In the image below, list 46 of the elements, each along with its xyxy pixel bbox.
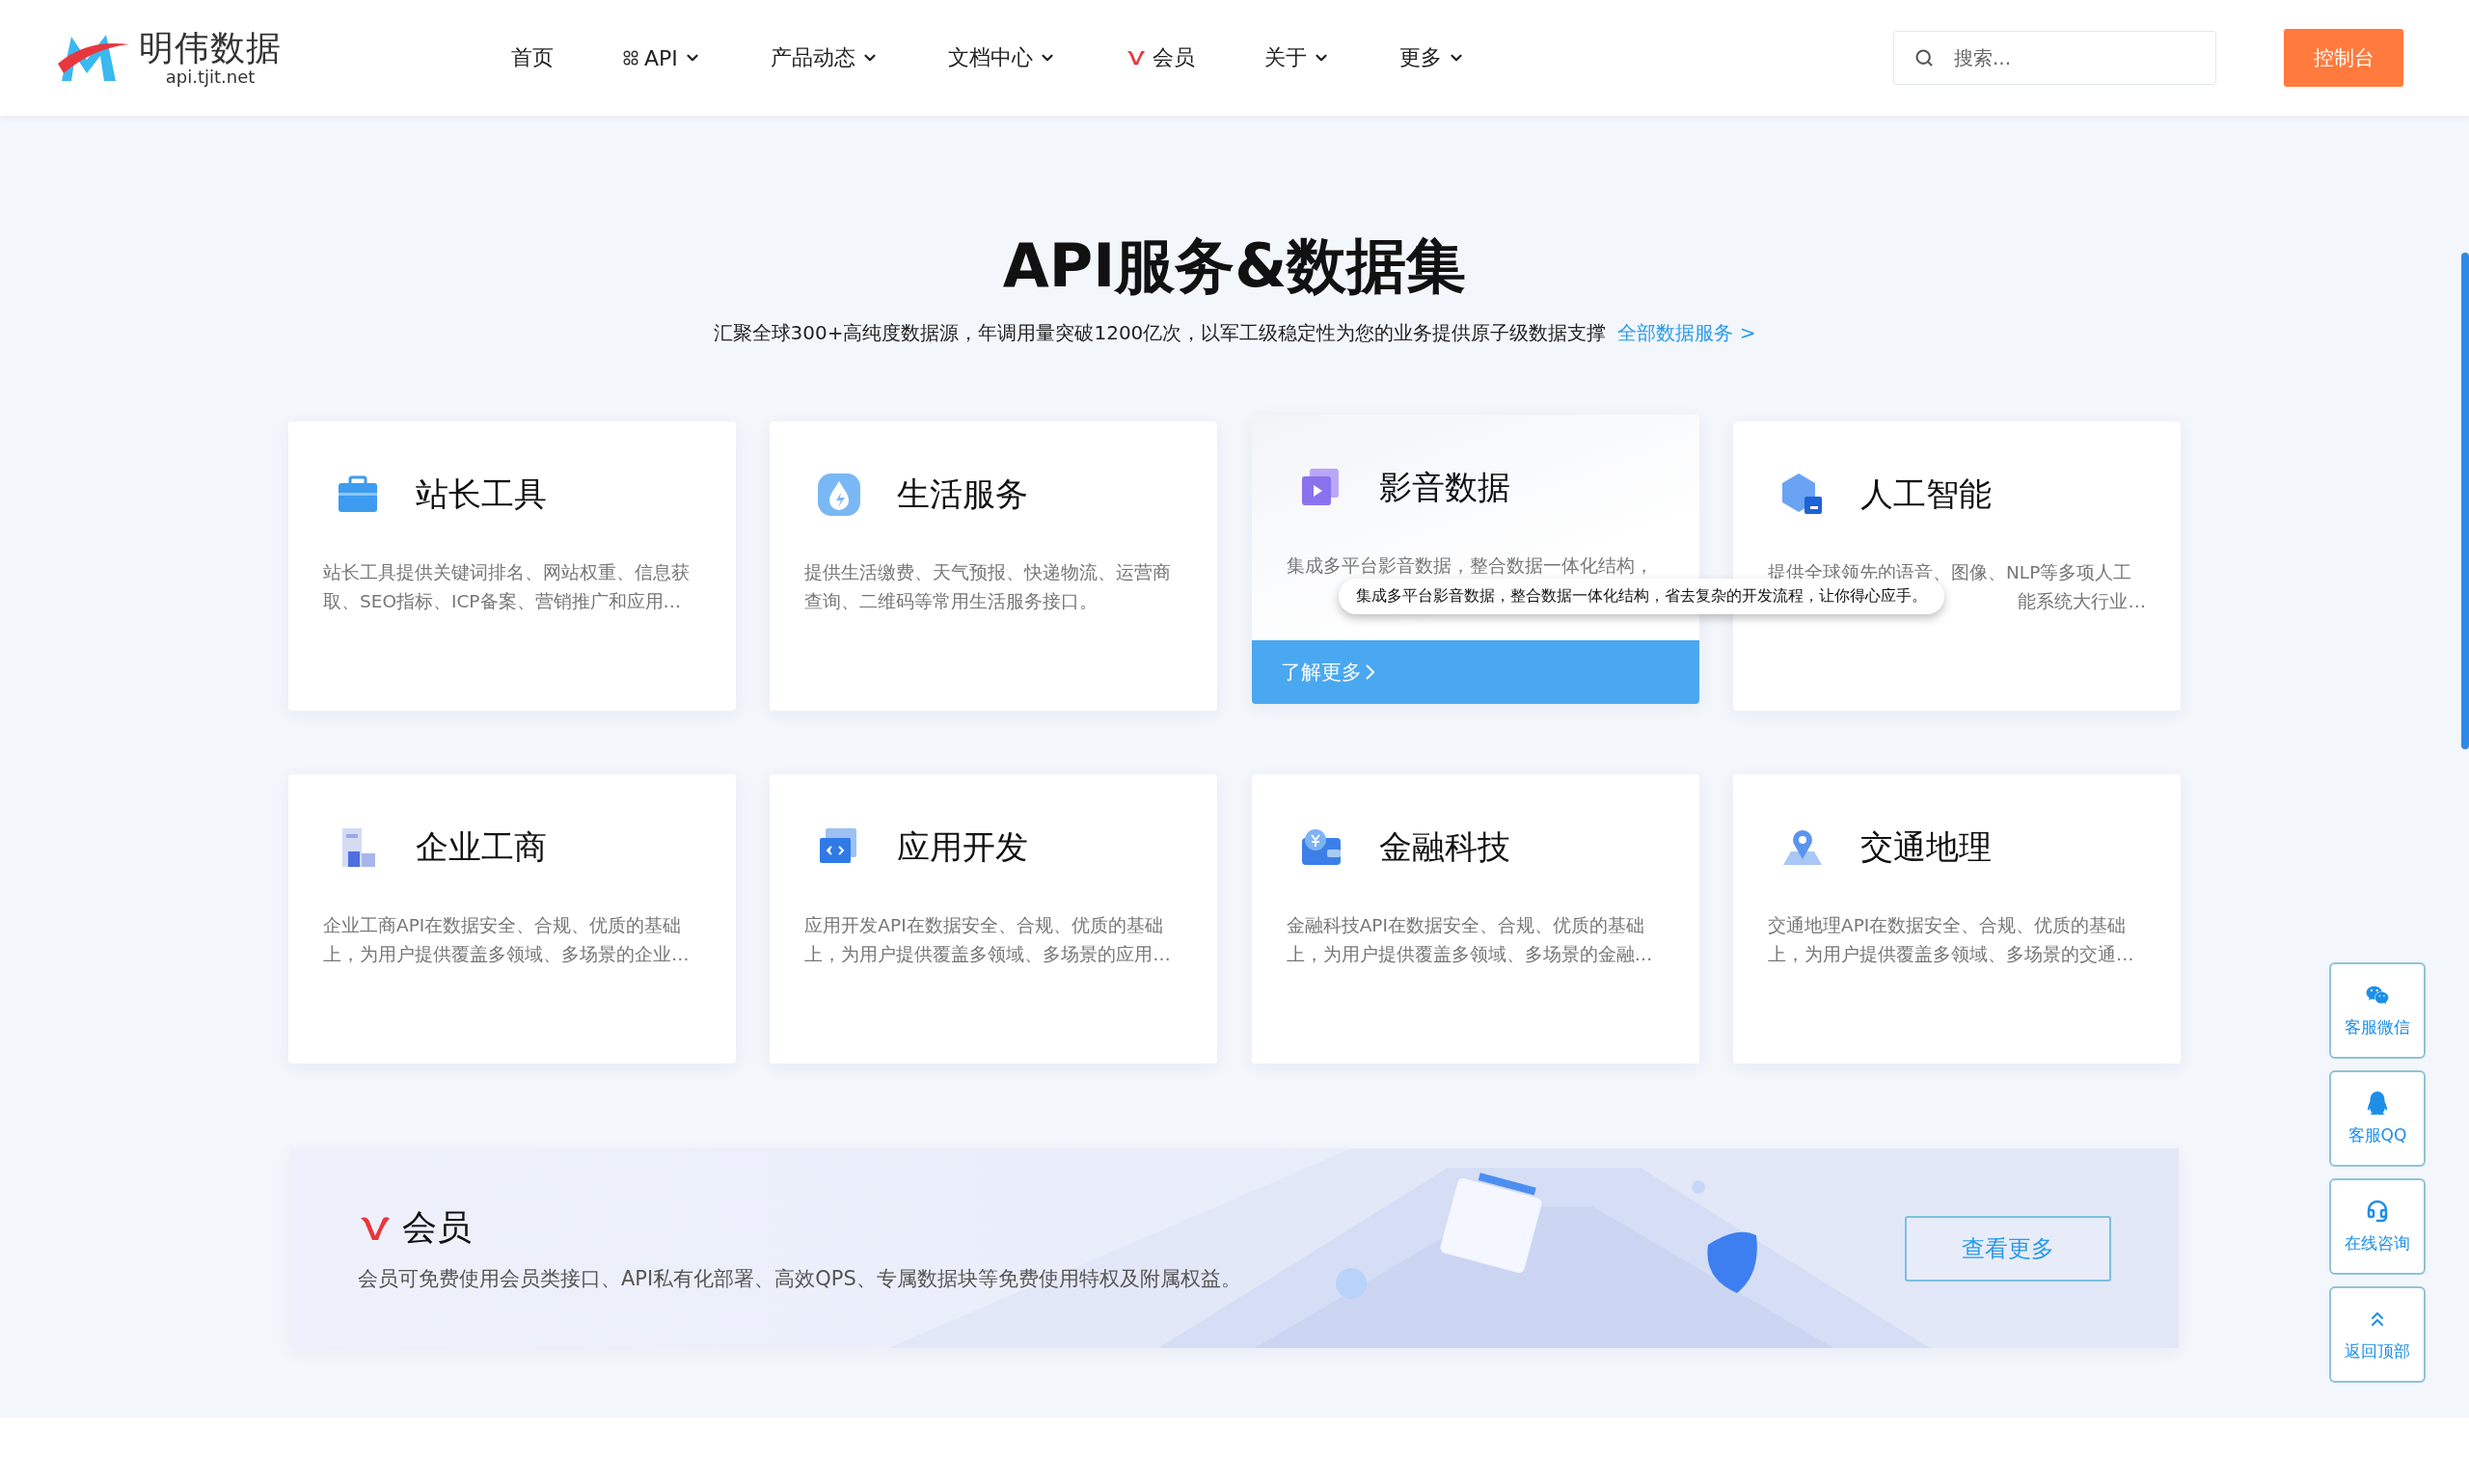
nav-link[interactable]: 文档中心 [947,43,1056,72]
nav-link[interactable]: API [623,45,701,70]
category-card[interactable]: 站长工具 站长工具提供关键词排名、网站权重、信息获取、SEO指标、ICP备案、营销推广和应用… [288,421,736,711]
member-title: 会员 [402,1206,472,1249]
section-title: API服务&数据集 [1002,229,1467,303]
member-description: 会员可免费使用会员类接口、API私有化部署、高效QPS、专属数据块等免费使用特权及附属权益。 [358,1266,1242,1292]
section-subtitle: 汇聚全球300+高纯度数据源，年调用量突破1200亿次，以军工级稳定性为您的业务提供原子级数据支撑 [713,320,1607,346]
card-title: 生活服务 [897,473,1029,515]
card-title: 人工智能 [1860,473,1992,515]
side-contact-button[interactable]: 客服微信 [2329,962,2426,1059]
side-contact-button[interactable]: 返回顶部 [2329,1286,2426,1383]
card-title: 交通地理 [1860,826,1992,868]
card-title: 金融科技 [1378,826,1510,868]
category-card[interactable]: 交通地理 交通地理API在数据安全、合规、优质的基础上，为用户提供覆盖多领域、多场景的交通… [1733,774,2181,1064]
scrollbar-thumb[interactable] [2461,253,2469,749]
card-title: 企业工商 [416,826,547,868]
search-icon [1914,48,1934,67]
penguin-icon [2366,1091,2389,1115]
dots-grid-icon [623,50,638,66]
card-description: 能系统大行业… [2018,590,2146,613]
logo-name: 明伟数据 [139,29,282,67]
card-description: 金融科技API在数据安全、合规、优质的基础上，为用户提供覆盖多领域、多场景的金融… [1286,914,1654,966]
nav-link[interactable]: 关于 [1263,43,1330,72]
card-description: 企业工商API在数据安全、合规、优质的基础上，为用户提供覆盖多领域、多场景的企业… [323,914,691,966]
category-card[interactable]: 企业工商 企业工商API在数据安全、合规、优质的基础上，为用户提供覆盖多领域、多场景的企业… [288,774,736,1064]
card-title: 影音数据 [1378,467,1510,508]
category-card[interactable]: 金融科技 金融科技API在数据安全、合规、优质的基础上，为用户提供覆盖多领域、多场景的金融… [1251,774,1699,1064]
water-drop-icon [816,472,863,518]
nav-link[interactable]: 产品动态 [770,43,879,72]
card-description: 站长工具提供关键词排名、网站权重、信息获取、SEO指标、ICP备案、营销推广和应用… [323,561,691,613]
logo-domain: api.tjit.net [165,67,256,87]
card-description: 提供生活缴费、天气预报、快递物流、运营商查询、二维码等常用生活服务接口。 [804,561,1173,613]
nav-link[interactable]: 首页 [511,43,554,72]
card-description: 应用开发API在数据安全、合规、优质的基础上，为用户提供覆盖多领域、多场景的应用… [804,914,1172,966]
side-contact-button[interactable]: 在线咨询 [2329,1178,2426,1275]
nav-link[interactable]: 会员 [1125,43,1195,72]
card-title: 站长工具 [416,473,547,515]
headset-icon [2366,1199,2389,1223]
category-card[interactable]: 应用开发 应用开发API在数据安全、合规、优质的基础上，为用户提供覆盖多领域、多场景的应用… [770,774,1218,1064]
chevron-right-icon [1365,664,1374,680]
category-card[interactable]: 生活服务 提供生活缴费、天气预报、快递物流、运营商查询、二维码等常用生活服务接口。 [770,421,1218,711]
card-title: 应用开发 [897,826,1029,868]
search-field[interactable]: 搜索... [1893,31,2216,85]
card-description: 集成多平台影音数据，整合数据一体化结构， [1286,554,1654,578]
card-description: 交通地理API在数据安全、合规、优质的基础上，为用户提供覆盖多领域、多场景的交通… [1768,914,2135,966]
nav-link[interactable]: 更多 [1398,43,1465,72]
